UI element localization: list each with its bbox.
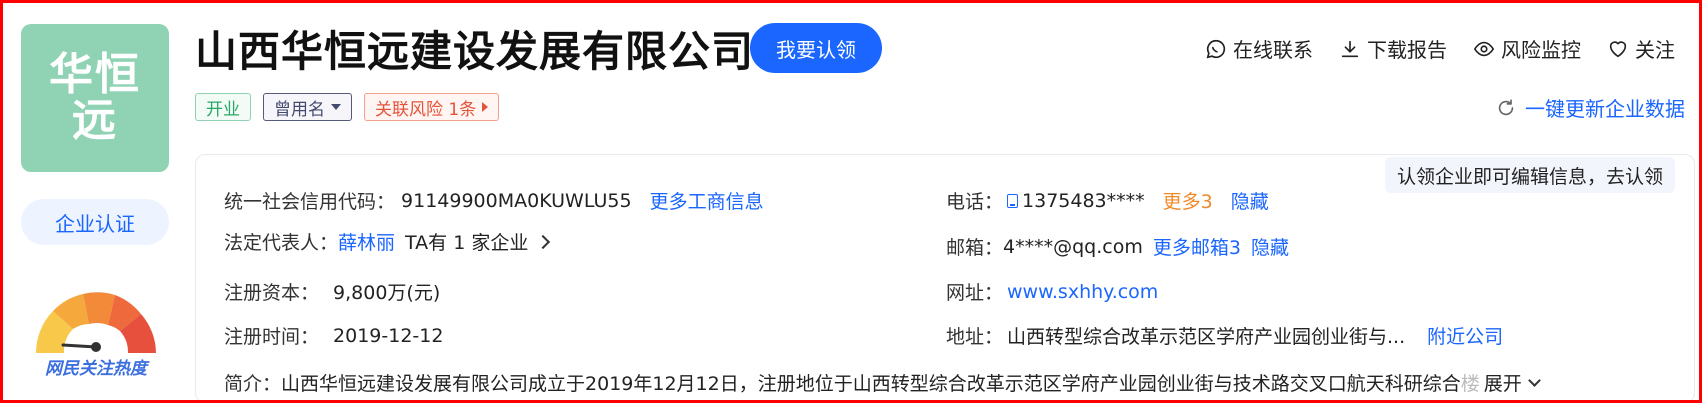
capital-label: 注册资本： xyxy=(224,282,320,304)
download-icon xyxy=(1341,40,1359,57)
address-row: 地址： 山西转型综合改革示范区学府产业园创业街与... 附近公司 xyxy=(946,322,1503,349)
intro-row: 简介： 山西华恒远建设发展有限公司成立于2019年12月12日，注册地位于山西转… xyxy=(224,369,1541,396)
online-contact-button[interactable]: 在线联系 xyxy=(1205,34,1313,63)
legal-rep-link[interactable]: 薛林丽 xyxy=(338,228,395,255)
legal-rep-row: 法定代表人： 薛林丽 TA有 1 家企业 xyxy=(224,228,551,255)
company-name: 山西华恒远建设发展有限公司 xyxy=(195,27,755,76)
chat-icon xyxy=(1206,39,1226,58)
credit-code-label: 统一社会信用代码： xyxy=(224,191,396,213)
company-logo: 华恒 远 xyxy=(21,24,169,172)
reg-date-row: 注册时间： 2019-12-12 xyxy=(224,322,443,349)
heart-icon xyxy=(1609,40,1627,57)
more-business-link[interactable]: 更多工商信息 xyxy=(650,187,764,214)
intro-fade-text: 楼 xyxy=(1460,373,1480,395)
legal-rep-companies-link[interactable]: TA有 1 家企业 xyxy=(405,228,528,255)
claim-button[interactable]: 我要认领 xyxy=(750,23,882,73)
phone-hide-link[interactable]: 隐藏 xyxy=(1231,187,1269,214)
address-value: 山西转型综合改革示范区学府产业园创业街与... xyxy=(1007,326,1406,348)
chevron-right-icon xyxy=(536,234,551,249)
nearby-companies-link[interactable]: 附近公司 xyxy=(1427,322,1503,349)
tag-list: 开业 曾用名 关联风险 1条 xyxy=(195,93,500,121)
phone-label: 电话： xyxy=(946,191,1004,213)
credit-code-value: 91149900MA0KUWLU55 xyxy=(401,189,632,212)
download-report-label: 下载报告 xyxy=(1367,38,1447,62)
address-label: 地址： xyxy=(946,326,1004,348)
claim-tip[interactable]: 认领企业即可编辑信息，去认领 xyxy=(1385,157,1676,193)
former-name-dropdown[interactable]: 曾用名 xyxy=(263,93,352,121)
legal-rep-label: 法定代表人： xyxy=(224,232,339,254)
caret-right-icon xyxy=(482,102,489,112)
eye-icon xyxy=(1473,41,1495,56)
refresh-icon xyxy=(1498,98,1514,115)
phone-row: 电话： 1375483**** 更多3 隐藏 xyxy=(946,187,1269,214)
email-value: 4****@qq.com xyxy=(1003,235,1143,258)
capital-row: 注册资本： 9,800万(元) xyxy=(224,278,440,305)
intro-label: 简介： xyxy=(224,373,282,395)
email-label: 邮箱： xyxy=(946,237,1004,259)
chevron-down-icon xyxy=(1527,374,1541,387)
phone-icon xyxy=(1007,193,1019,208)
gauge-icon xyxy=(35,292,156,353)
website-row: 网址： www.sxhhy.com xyxy=(946,278,1158,305)
certify-button[interactable]: 企业认证 xyxy=(21,199,169,245)
related-risk-label: 关联风险 1条 xyxy=(375,99,477,120)
follow-button[interactable]: 关注 xyxy=(1607,34,1675,63)
heat-label: 网民关注热度 xyxy=(45,359,147,379)
header-actions: 在线联系 下载报告 风险监控 关注 xyxy=(1205,34,1675,63)
update-data-button[interactable]: 一键更新企业数据 xyxy=(1495,93,1685,122)
status-badge: 开业 xyxy=(195,93,251,121)
phone-more-link[interactable]: 更多3 xyxy=(1163,187,1213,214)
email-more-link[interactable]: 更多邮箱3 xyxy=(1153,233,1241,260)
heat-gauge: 网民关注热度 xyxy=(33,281,159,379)
reg-date-label: 注册时间： xyxy=(224,326,320,348)
logo-line-2: 远 xyxy=(72,95,118,146)
former-name-label: 曾用名 xyxy=(274,99,325,120)
website-label: 网址： xyxy=(946,282,1004,304)
reg-date-value: 2019-12-12 xyxy=(333,324,444,347)
phone-value: 1375483**** xyxy=(1022,189,1145,212)
email-row: 邮箱： 4****@qq.com 更多邮箱3 隐藏 xyxy=(946,233,1289,260)
credit-code-row: 统一社会信用代码： 91149900MA0KUWLU55 更多工商信息 xyxy=(224,187,764,214)
caret-down-icon xyxy=(331,104,341,110)
risk-monitor-button[interactable]: 风险监控 xyxy=(1473,34,1581,63)
capital-value: 9,800万(元) xyxy=(333,282,441,304)
website-link[interactable]: www.sxhhy.com xyxy=(1007,281,1158,303)
risk-monitor-label: 风险监控 xyxy=(1501,38,1581,62)
logo-line-1: 华恒 xyxy=(49,49,141,100)
online-contact-label: 在线联系 xyxy=(1233,38,1313,62)
download-report-button[interactable]: 下载报告 xyxy=(1339,34,1447,63)
email-hide-link[interactable]: 隐藏 xyxy=(1251,233,1289,260)
update-data-label: 一键更新企业数据 xyxy=(1525,97,1685,121)
related-risk-tag[interactable]: 关联风险 1条 xyxy=(364,93,500,121)
follow-label: 关注 xyxy=(1635,38,1675,62)
expand-button[interactable]: 展开 xyxy=(1484,369,1522,396)
intro-text: 山西华恒远建设发展有限公司成立于2019年12月12日，注册地位于山西转型综合改… xyxy=(281,373,1461,395)
